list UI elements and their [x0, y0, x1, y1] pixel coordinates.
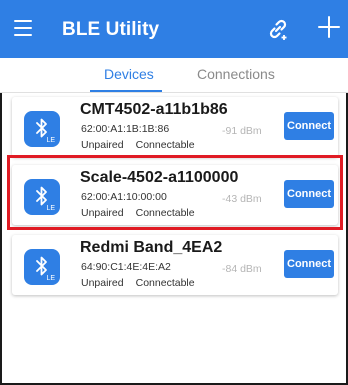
connectable-state: Connectable [135, 207, 195, 219]
bond-state: Unpaired [81, 277, 124, 289]
connectable-state: Connectable [135, 277, 195, 289]
device-status: Unpaired Connectable [81, 139, 195, 151]
bluetooth-le-icon: LE [24, 249, 60, 285]
svg-text:LE: LE [47, 137, 56, 144]
device-name: Redmi Band_4EA2 [80, 239, 223, 256]
tab-devices[interactable]: Devices [104, 66, 154, 82]
connectable-state: Connectable [135, 139, 195, 151]
device-name: CMT4502-a11b1b86 [80, 101, 228, 118]
bond-state: Unpaired [81, 139, 124, 151]
device-mac: 62:00:A1:1B:1B:86 [81, 123, 170, 135]
svg-text:LE: LE [47, 205, 56, 212]
connect-button[interactable]: Connect [284, 180, 334, 208]
tab-bar: Devices Connections [0, 58, 348, 92]
device-list-item[interactable]: LE Redmi Band_4EA2 64:90:C1:4E:4E:A2 Unp… [12, 235, 338, 295]
rssi-value: -91 dBm [222, 125, 262, 137]
hamburger-menu-icon[interactable] [14, 20, 32, 36]
device-mac: 62:00:A1:10:00:00 [81, 191, 167, 203]
connect-button[interactable]: Connect [284, 250, 334, 278]
device-name: Scale-4502-a1100000 [80, 169, 239, 186]
svg-text:LE: LE [47, 275, 56, 282]
bluetooth-le-icon: LE [24, 179, 60, 215]
app-title: BLE Utility [62, 19, 160, 40]
bond-state: Unpaired [81, 207, 124, 219]
rssi-value: -84 dBm [222, 263, 262, 275]
device-mac: 64:90:C1:4E:4E:A2 [81, 261, 171, 273]
tab-divider [0, 92, 348, 93]
device-status: Unpaired Connectable [81, 277, 195, 289]
connect-button[interactable]: Connect [284, 112, 334, 140]
app-bar: BLE Utility [0, 0, 348, 58]
plus-icon[interactable] [316, 14, 342, 40]
bluetooth-le-icon: LE [24, 111, 60, 147]
rssi-value: -43 dBm [222, 193, 262, 205]
device-list-item[interactable]: LE Scale-4502-a1100000 62:00:A1:10:00:00… [12, 165, 338, 225]
device-list-item[interactable]: LE CMT4502-a11b1b86 62:00:A1:1B:1B:86 Un… [12, 97, 338, 157]
device-status: Unpaired Connectable [81, 207, 195, 219]
tab-connections[interactable]: Connections [197, 66, 275, 82]
link-icon[interactable] [266, 17, 290, 41]
